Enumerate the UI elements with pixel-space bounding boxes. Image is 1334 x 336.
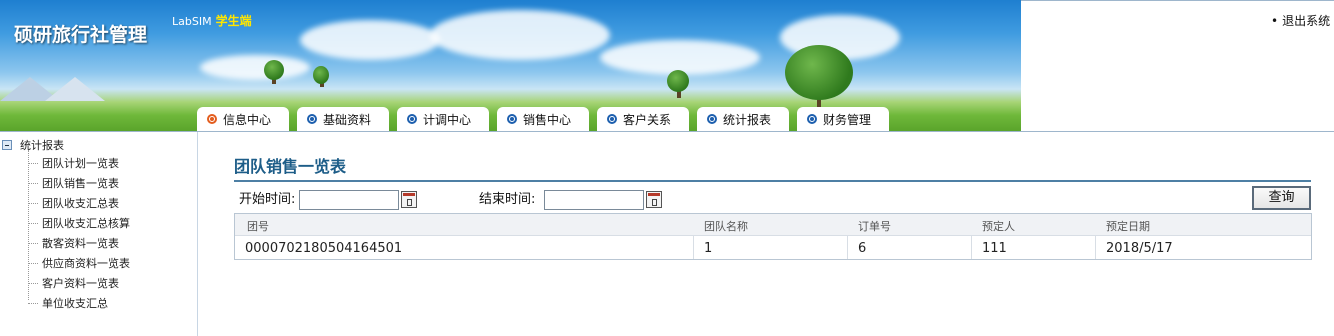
cell-group-no: 0000702180504164501 xyxy=(245,241,403,256)
end-time-label: 结束时间: xyxy=(479,192,536,207)
tab-info-center[interactable]: 信息中心 xyxy=(197,107,289,131)
sidebar-item-suppliers[interactable]: 供应商资料一览表 xyxy=(28,256,130,270)
logout-link[interactable]: 退出系统 xyxy=(1271,12,1330,29)
cell-order-no: 6 xyxy=(858,241,867,256)
tab-label: 计调中心 xyxy=(423,112,472,127)
header-bottom-border xyxy=(0,131,1334,132)
tab-sales-center[interactable]: 销售中心 xyxy=(497,107,589,131)
sidebar-item-team-income-accounting[interactable]: 团队收支汇总核算 xyxy=(28,216,130,230)
sales-table: 团号 团队名称 订单号 预定人 预定日期 0000702180504164501… xyxy=(234,213,1312,260)
query-button[interactable]: 查询 xyxy=(1252,186,1311,210)
start-time-input[interactable] xyxy=(299,190,399,210)
table-row[interactable]: 0000702180504164501 1 6 111 2018/5/17 xyxy=(235,236,1311,259)
header-divider xyxy=(1021,0,1334,1)
column-header-booker[interactable]: 预定人 xyxy=(982,218,1015,234)
radio-dot-icon xyxy=(607,114,617,124)
sidebar-item-team-plan[interactable]: 团队计划一览表 xyxy=(28,156,119,170)
tab-statistics-reports[interactable]: 统计报表 xyxy=(697,107,789,131)
sidebar: 统计报表 团队计划一览表 团队销售一览表 团队收支汇总表 团队收支汇总核算 散客… xyxy=(0,132,198,336)
page-title: 团队销售一览表 xyxy=(234,157,347,176)
column-header-group-no[interactable]: 团号 xyxy=(247,218,269,234)
cell-group-name: 1 xyxy=(704,241,713,256)
tab-finance[interactable]: 财务管理 xyxy=(797,107,889,131)
radio-dot-icon xyxy=(707,114,717,124)
sidebar-item-individual-guests[interactable]: 散客资料一览表 xyxy=(28,236,119,250)
title-underline xyxy=(234,180,1311,182)
sidebar-item-customers[interactable]: 客户资料一览表 xyxy=(28,276,119,290)
column-header-booking-date[interactable]: 预定日期 xyxy=(1106,218,1150,234)
tab-customer-relations[interactable]: 客户关系 xyxy=(597,107,689,131)
sidebar-item-team-income-summary[interactable]: 团队收支汇总表 xyxy=(28,196,119,210)
brand-subtitle: LabSIM 学生端 xyxy=(172,12,252,29)
radio-dot-icon xyxy=(307,114,317,124)
app-root: 硕研旅行社管理 LabSIM学生端 退出系统 信息中心 基础资料 计调中心 销售… xyxy=(0,0,1334,336)
column-header-order-no[interactable]: 订单号 xyxy=(858,218,891,234)
end-time-input[interactable] xyxy=(544,190,644,210)
cell-booking-date: 2018/5/17 xyxy=(1106,241,1173,256)
collapse-icon[interactable] xyxy=(2,140,12,150)
calendar-icon[interactable] xyxy=(646,191,662,208)
tab-label: 基础资料 xyxy=(323,112,372,127)
tab-label: 客户关系 xyxy=(623,112,672,127)
radio-dot-icon xyxy=(207,114,217,124)
tree-root-label: 统计报表 xyxy=(20,139,64,152)
tree-root-statistics[interactable]: 统计报表 xyxy=(2,137,64,153)
radio-dot-icon xyxy=(507,114,517,124)
column-header-group-name[interactable]: 团队名称 xyxy=(704,218,748,234)
brand-title: 硕研旅行社管理 xyxy=(14,24,148,46)
start-time-label: 开始时间: xyxy=(239,192,296,207)
brand-product: LabSIM xyxy=(172,15,212,28)
tab-label: 统计报表 xyxy=(723,112,772,127)
calendar-icon[interactable] xyxy=(401,191,417,208)
tab-label: 销售中心 xyxy=(523,112,572,127)
cell-booker: 111 xyxy=(982,241,1007,256)
tab-dispatch-center[interactable]: 计调中心 xyxy=(397,107,489,131)
brand-role: 学生端 xyxy=(215,14,252,28)
tab-label: 信息中心 xyxy=(223,112,272,127)
radio-dot-icon xyxy=(807,114,817,124)
tab-basic-data[interactable]: 基础资料 xyxy=(297,107,389,131)
table-header: 团号 团队名称 订单号 预定人 预定日期 xyxy=(235,214,1311,236)
tab-label: 财务管理 xyxy=(823,112,872,127)
sidebar-item-unit-income-summary[interactable]: 单位收支汇总 xyxy=(28,296,108,310)
sidebar-item-team-sales[interactable]: 团队销售一览表 xyxy=(28,176,119,190)
radio-dot-icon xyxy=(407,114,417,124)
main-nav-tabs: 信息中心 基础资料 计调中心 销售中心 客户关系 统计报表 财务管理 xyxy=(197,107,897,131)
